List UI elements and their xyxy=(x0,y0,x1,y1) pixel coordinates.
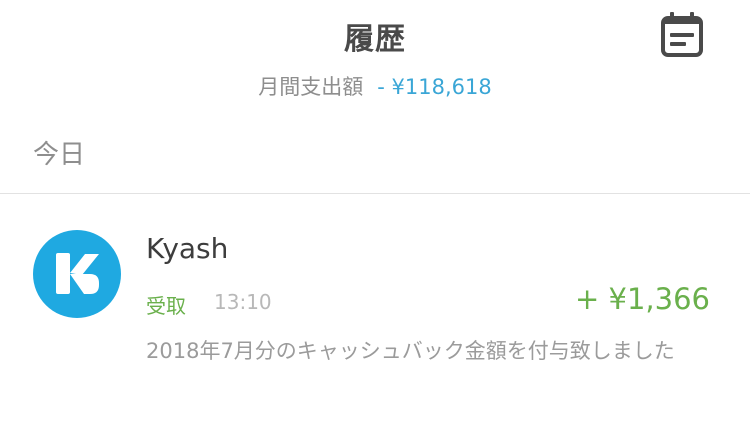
header: 履歴 月間支出額 - ¥118,618 xyxy=(0,0,750,112)
monthly-spending: 月間支出額 - ¥118,618 xyxy=(0,71,750,101)
monthly-spending-label: 月間支出額 xyxy=(258,75,364,99)
merchant-name: Kyash xyxy=(146,232,229,265)
page-title: 履歴 xyxy=(344,22,406,57)
avatar xyxy=(33,230,121,318)
kyash-logo-icon xyxy=(56,253,99,294)
calendar-button[interactable] xyxy=(660,10,704,58)
transaction-row[interactable]: Kyash 受取 13:10 + ¥1,366 2018年7月分のキャッシュバッ… xyxy=(0,194,750,445)
calendar-icon xyxy=(661,12,703,57)
monthly-spending-value: - ¥118,618 xyxy=(377,75,492,99)
section-header-today: 今日 xyxy=(33,140,86,170)
transaction-type: 受取 xyxy=(146,294,186,318)
history-screen: 履歴 月間支出額 - ¥118,618 今日 Kyash 受取 13:10 + … xyxy=(0,0,750,445)
transaction-time: 13:10 xyxy=(214,290,272,314)
transaction-amount: + ¥1,366 xyxy=(575,282,710,316)
transaction-description: 2018年7月分のキャッシュバック金額を付与致しました xyxy=(146,339,675,363)
